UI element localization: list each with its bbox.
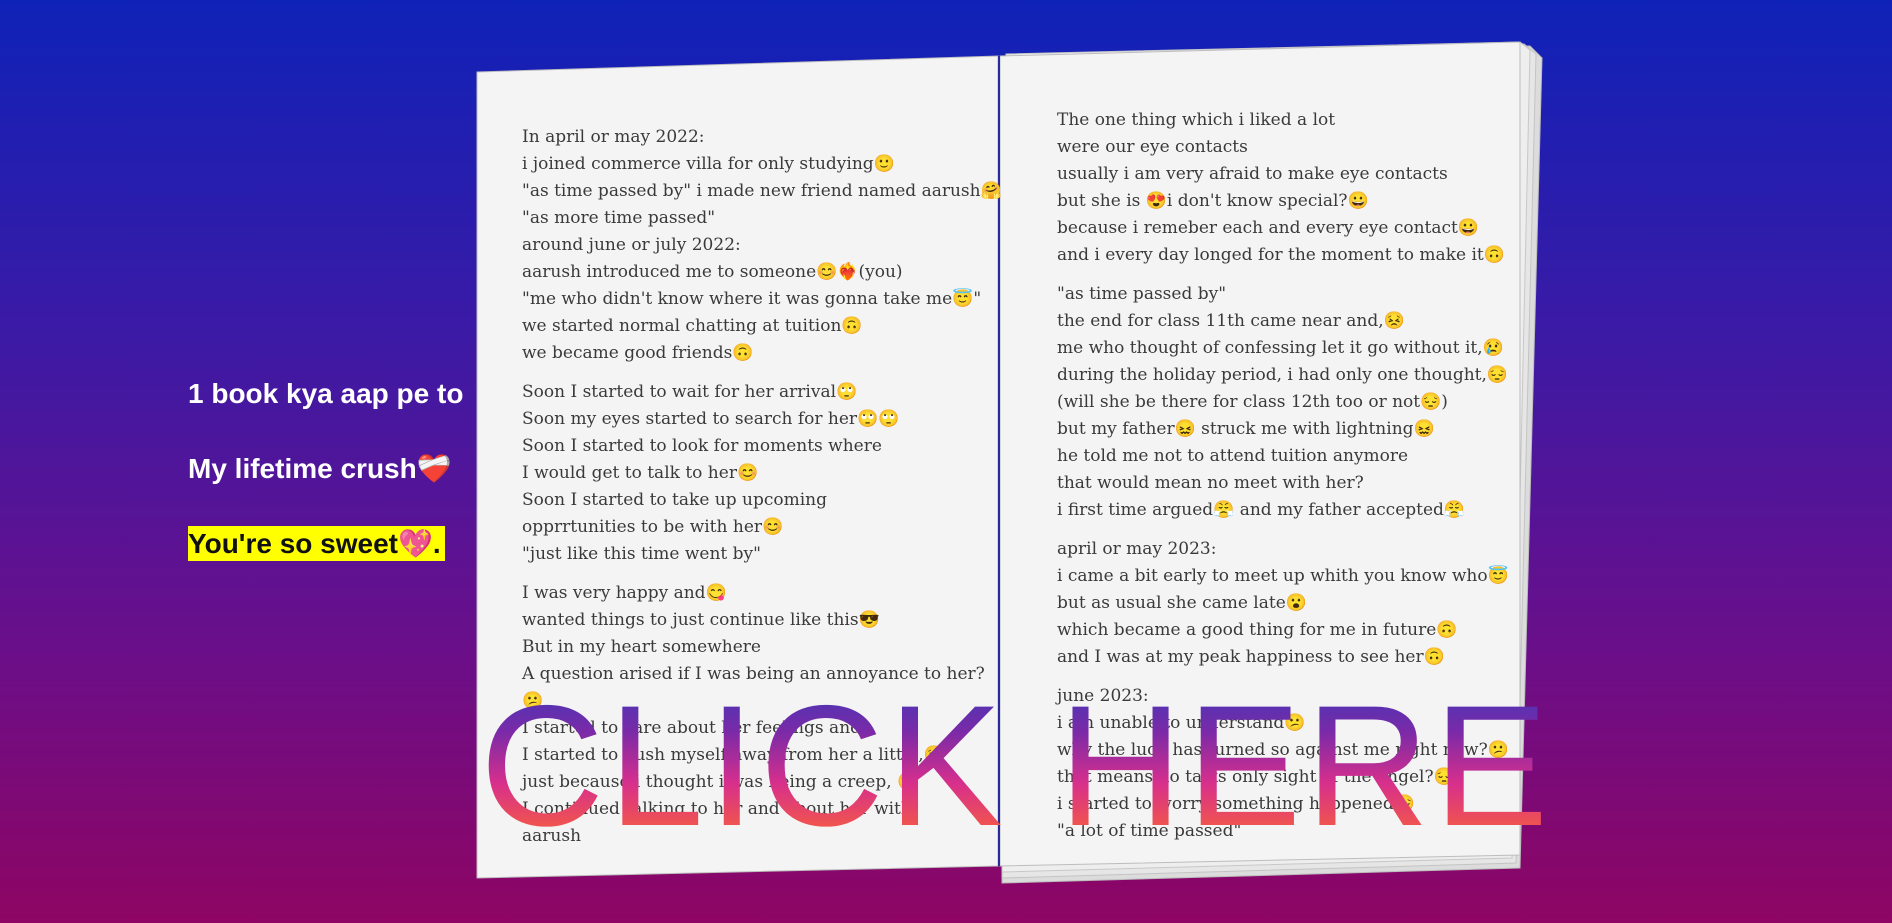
poem-line: In april or may 2022: bbox=[522, 127, 705, 147]
poem-line: aarush introduced me to someone😊❤️‍🔥(you… bbox=[522, 262, 903, 282]
poem-line: the end for class 11th came near and,😣 bbox=[1057, 311, 1405, 331]
poem-line: The one thing which i liked a lot bbox=[1057, 110, 1336, 130]
poem-line: because i remeber each and every eye con… bbox=[1057, 218, 1480, 238]
poem-line: during the holiday period, i had only on… bbox=[1057, 365, 1509, 385]
poem-line: "just like this time went by" bbox=[522, 544, 761, 564]
poem-line: Soon I started to wait for her arrival🙄 bbox=[522, 382, 858, 402]
poem-line: Soon my eyes started to search for her🙄🙄 bbox=[522, 409, 900, 429]
poem-line: which became a good thing for me in futu… bbox=[1057, 620, 1458, 640]
poem-line: "me who didn't know where it was gonna t… bbox=[522, 289, 982, 309]
stanza-gap bbox=[522, 367, 1002, 379]
poem-line: opprrtunities to be with her😊 bbox=[522, 517, 784, 537]
poem-line: but as usual she came late😮 bbox=[1057, 593, 1307, 613]
poem-line: and I was at my peak happiness to see he… bbox=[1057, 647, 1445, 667]
poem-line: we became good friends🙃 bbox=[522, 343, 754, 363]
poem-line: around june or july 2022: bbox=[522, 235, 741, 255]
poem-line: but she is 😍i don't know special?😀 bbox=[1057, 191, 1369, 211]
side-line-1: 1 book kya aap pe to bbox=[188, 378, 464, 409]
stanza-gap bbox=[1057, 524, 1509, 536]
poem-line: but my father😖 struck me with lightning😖 bbox=[1057, 419, 1435, 439]
poem-line: I was very happy and😋 bbox=[522, 583, 727, 603]
poem-line: But in my heart somewhere bbox=[522, 637, 761, 657]
poem-line: "as time passed by" i made new friend na… bbox=[522, 181, 1002, 201]
poem-line: me who thought of confessing let it go w… bbox=[1057, 338, 1504, 358]
side-line-3-highlight: You're so sweet💖. bbox=[188, 526, 445, 561]
poem-line: that would mean no meet with her? bbox=[1057, 473, 1364, 493]
poem-line: "as more time passed" bbox=[522, 208, 716, 228]
poem-line: april or may 2023: bbox=[1057, 539, 1217, 559]
poem-line: he told me not to attend tuition anymore bbox=[1057, 446, 1409, 466]
poem-line: and i every day longed for the moment to… bbox=[1057, 245, 1505, 265]
poem-line: I would get to talk to her😊 bbox=[522, 463, 759, 483]
poem-line: Soon I started to look for moments where bbox=[522, 436, 882, 456]
side-line-2: My lifetime crush❤️‍🩹 bbox=[188, 453, 452, 484]
poem-line: (will she be there for class 12th too or… bbox=[1057, 392, 1448, 412]
poem-line: were our eye contacts bbox=[1057, 137, 1248, 157]
poem-line: i joined commerce villa for only studyin… bbox=[522, 154, 895, 174]
stanza-gap bbox=[1057, 269, 1509, 281]
poem-line: "as time passed by" bbox=[1057, 284, 1227, 304]
poem-line: wanted things to just continue like this… bbox=[522, 610, 880, 630]
poem-line: we started normal chatting at tuition🙃 bbox=[522, 316, 863, 336]
poem-line: usually i am very afraid to make eye con… bbox=[1057, 164, 1448, 184]
stanza-gap bbox=[522, 568, 1002, 580]
poem-line: Soon I started to take up upcoming bbox=[522, 490, 827, 510]
poem-line: i first time argued😤 and my father accep… bbox=[1057, 500, 1466, 520]
poem-line: i came a bit early to meet up whith you … bbox=[1057, 566, 1509, 586]
click-here-button[interactable]: CLICK HERE bbox=[480, 680, 1552, 852]
